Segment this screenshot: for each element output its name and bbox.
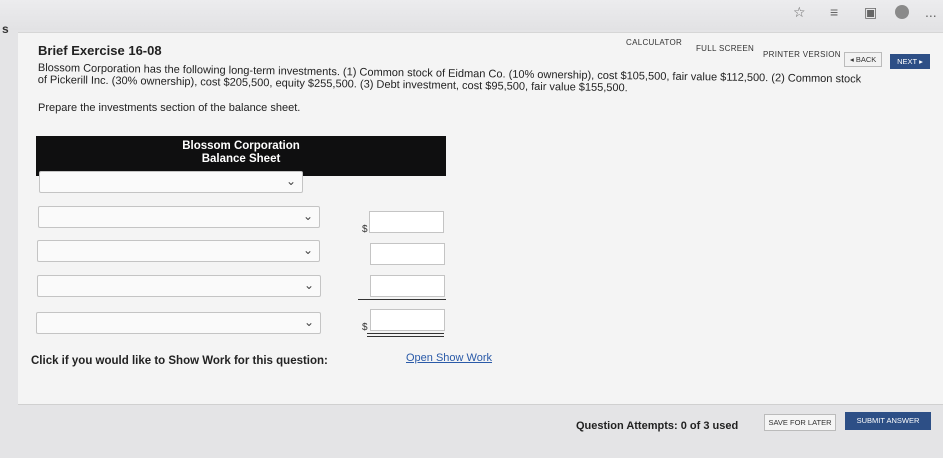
account-select-5[interactable]: ⌄ — [36, 312, 321, 334]
chevron-down-icon: ⌄ — [303, 278, 314, 292]
dollar-sign: $ — [362, 224, 368, 235]
amount-input-5[interactable] — [370, 309, 445, 331]
question-attempts: Question Attempts: 0 of 3 used — [576, 420, 739, 432]
subtotal-rule — [358, 299, 446, 300]
amount-input-3[interactable] — [370, 243, 445, 265]
next-button[interactable]: NEXT ▸ — [890, 54, 930, 69]
submit-answer-button[interactable]: SUBMIT ANSWER — [845, 412, 931, 430]
dollar-sign: $ — [362, 322, 368, 333]
chevron-down-icon: ⌄ — [302, 209, 313, 223]
chevron-down-icon: ⌄ — [285, 174, 296, 188]
back-button[interactable]: ◂ BACK — [844, 52, 883, 67]
account-select-2[interactable]: ⌄ — [38, 206, 320, 228]
statement-name: Balance Sheet — [201, 153, 281, 165]
account-select-3[interactable]: ⌄ — [37, 240, 320, 262]
chevron-down-icon: ⌄ — [303, 315, 314, 329]
amount-input-4[interactable] — [370, 275, 445, 297]
amount-input-2[interactable] — [369, 211, 444, 233]
company-name: Blossom Corporation — [182, 140, 300, 152]
save-for-later-button[interactable]: SAVE FOR LATER — [764, 414, 836, 431]
exercise-title: Brief Exercise 16-08 — [38, 43, 162, 58]
balance-sheet-header: Blossom Corporation Balance Sheet — [36, 136, 446, 176]
printer-version-button[interactable]: PRINTER VERSION — [763, 50, 841, 64]
full-screen-button[interactable]: FULL SCREEN — [696, 44, 754, 58]
favorites-list-icon[interactable]: ≡ — [830, 4, 838, 20]
collections-icon[interactable]: ▣ — [864, 4, 877, 21]
footer-divider — [18, 404, 943, 405]
star-outline-icon[interactable]: ☆ — [793, 4, 806, 21]
instruction-text: Prepare the investments section of the b… — [38, 102, 301, 114]
corner-mark: s — [2, 22, 9, 36]
calculator-button[interactable]: CALCULATOR — [626, 38, 682, 52]
browser-toolbar: ☆ ≡ ▣ ... — [0, 0, 943, 30]
more-menu-icon[interactable]: ... — [925, 4, 937, 20]
open-show-work-link[interactable]: Open Show Work — [406, 352, 492, 364]
show-work-label: Click if you would like to Show Work for… — [31, 355, 328, 367]
profile-avatar-icon[interactable] — [895, 5, 909, 19]
account-select-4[interactable]: ⌄ — [37, 275, 321, 297]
chevron-down-icon: ⌄ — [302, 243, 313, 257]
total-double-rule-top — [367, 333, 444, 334]
total-double-rule-bottom — [367, 336, 444, 337]
account-select-1[interactable]: ⌄ — [39, 171, 303, 193]
